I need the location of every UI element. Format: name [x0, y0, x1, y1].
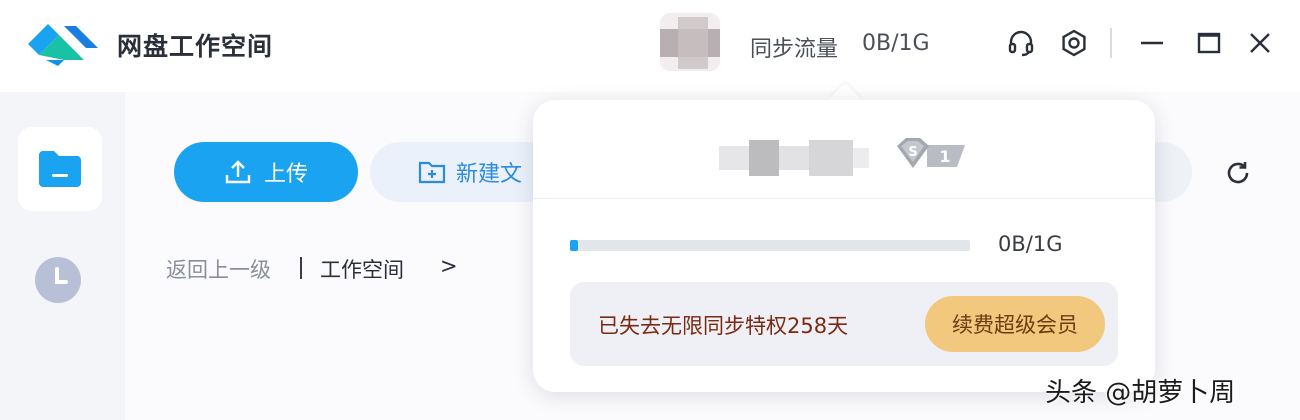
- upload-button[interactable]: 上传: [174, 142, 358, 202]
- vip-badge-level: 1: [939, 147, 950, 166]
- watermark: 头条 @胡萝卜周: [1045, 378, 1236, 408]
- sidebar: [0, 92, 125, 420]
- breadcrumb-back-link[interactable]: 返回上一级: [166, 254, 271, 284]
- new-folder-icon: [418, 161, 446, 184]
- title-bar: 网盘工作空间 同步流量 0B/1G: [0, 0, 1300, 92]
- sync-traffic-label[interactable]: 同步流量: [750, 31, 838, 63]
- upload-icon: [225, 160, 251, 184]
- sync-traffic-value[interactable]: 0B/1G: [862, 31, 930, 56]
- refresh-icon[interactable]: [1222, 157, 1254, 189]
- sidebar-item-files[interactable]: [18, 127, 102, 211]
- sync-usage-progress: [570, 240, 970, 251]
- app-logo-icon: [28, 24, 98, 66]
- popover-divider: [533, 198, 1155, 199]
- renew-membership-button[interactable]: 续费超级会员: [925, 296, 1105, 352]
- maximize-icon[interactable]: [1192, 26, 1226, 60]
- sync-usage-fill: [570, 240, 578, 251]
- username-blurred: [719, 138, 879, 178]
- sidebar-item-recent[interactable]: [35, 257, 81, 303]
- folder-icon: [39, 151, 81, 187]
- upload-label: 上传: [263, 162, 308, 187]
- minimize-icon[interactable]: [1135, 26, 1169, 60]
- sync-usage-value: 0B/1G: [998, 232, 1063, 256]
- settings-icon[interactable]: [1057, 26, 1091, 60]
- close-icon[interactable]: [1243, 26, 1277, 60]
- titlebar-divider: [1110, 28, 1112, 58]
- breadcrumb-current: 工作空间: [320, 258, 404, 282]
- vip-level-badge: S 1: [897, 138, 965, 168]
- new-folder-button[interactable]: 新建文: [370, 142, 538, 202]
- account-popover: S 1 0B/1G 已失去无限同步特权258天 续费超级会员: [533, 100, 1155, 392]
- breadcrumb-separator: [300, 257, 302, 279]
- app-title: 网盘工作空间: [117, 32, 274, 61]
- vip-badge-letter: S: [908, 145, 917, 160]
- user-avatar[interactable]: [660, 13, 720, 71]
- privilege-notice: 已失去无限同步特权258天 续费超级会员: [570, 282, 1118, 366]
- breadcrumb-arrow[interactable]: >: [440, 254, 458, 278]
- new-folder-label: 新建文: [456, 162, 523, 187]
- headset-icon[interactable]: [1004, 26, 1038, 60]
- clock-icon: [55, 267, 68, 284]
- privilege-notice-text: 已失去无限同步特权258天: [598, 314, 849, 338]
